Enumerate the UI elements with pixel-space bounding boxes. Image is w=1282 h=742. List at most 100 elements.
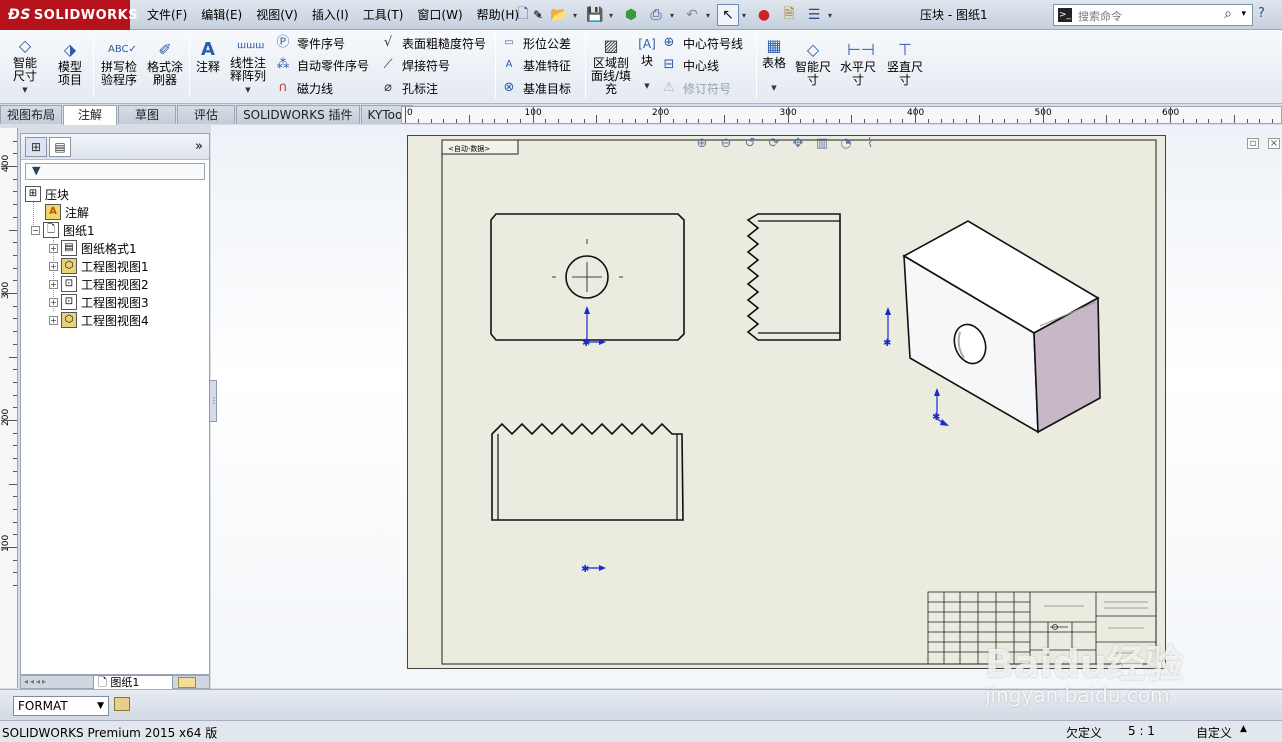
new-doc-icon[interactable]: 🗋 <box>512 4 534 26</box>
select-dropdown[interactable]: ▾ <box>742 11 750 20</box>
add-sheet-icon[interactable] <box>178 677 196 688</box>
menu-tools[interactable]: 工具(T) <box>356 0 411 30</box>
menu-view[interactable]: 视图(V) <box>249 0 305 30</box>
save-dropdown[interactable]: ▾ <box>609 11 617 20</box>
auto-balloon-button[interactable]: ⁂ 自动零件序号 <box>275 56 370 74</box>
linear-note-pattern-button[interactable]: ꟺꟺꟺ 线性注释阵列 ▼ <box>227 36 269 97</box>
help-question-icon[interactable]: ? <box>1258 6 1265 21</box>
table-button[interactable]: ▦ 表格 ▼ <box>759 36 789 95</box>
sheet-nav-arrows-icon[interactable]: ◂◂◂▸ <box>24 677 48 686</box>
search-dropdown-icon[interactable]: ▾ <box>1241 9 1246 19</box>
tree-filter-box[interactable]: ▼ <box>25 163 205 180</box>
tab-sketch[interactable]: 草图 <box>118 105 177 124</box>
spell-check-button[interactable]: ABC✓ 拼写检验程序 <box>97 40 141 87</box>
hole-callout-button[interactable]: ⌀ 孔标注 <box>380 79 438 97</box>
tree-item-drawing-view-1[interactable]: + ⬡ 工程图视图1 <box>49 257 149 275</box>
display-style-icon[interactable]: ◔ <box>837 136 855 151</box>
command-manager-ribbon: ◇ 智能尺寸 ▼ ⬗ 模型项目 ABC✓ 拼写检验程序 ✐ 格式涂刷器 A 注释… <box>0 30 1282 104</box>
search-icon[interactable]: ⌕ <box>1224 6 1232 22</box>
previous-view-icon[interactable]: ↺ <box>741 136 759 151</box>
tab-annotation[interactable]: 注解 <box>63 105 118 125</box>
menu-file[interactable]: 文件(F) <box>140 0 194 30</box>
options-icon[interactable]: ☰ <box>803 4 825 26</box>
print-icon[interactable]: ⎙ <box>645 4 667 26</box>
panel-splitter-handle[interactable]: ⋮ <box>209 380 218 422</box>
weld-symbol-button[interactable]: ⟋ 焊接符号 <box>380 56 450 74</box>
open-dropdown[interactable]: ▾ <box>573 11 581 20</box>
expand-icon[interactable]: + <box>49 243 58 253</box>
traffic-light-icon[interactable]: ● <box>753 4 775 26</box>
tree-item-drawing-view-3[interactable]: + ⊡ 工程图视图3 <box>49 293 149 311</box>
drawing-sheet[interactable]: <自动-数据> ✱ ✱ ✱ ✱ <box>407 135 1166 669</box>
tree-item-drawing-view-2[interactable]: + ⊡ 工程图视图2 <box>49 275 149 293</box>
zoom-to-area-icon[interactable]: ⊖ <box>717 136 735 151</box>
block-button[interactable]: [A] 块 ▼ <box>636 34 658 93</box>
sheet-tab-1[interactable]: 🗋 图纸1 <box>93 675 173 690</box>
tab-solidworks-addins[interactable]: SOLIDWORKS 插件 <box>236 105 360 124</box>
layer-format-select[interactable]: FORMAT ▼ <box>13 696 109 716</box>
file-properties-icon[interactable]: 🗎 <box>778 4 800 26</box>
note-button[interactable]: A 注释 <box>193 40 223 74</box>
options-dropdown[interactable]: ▾ <box>828 11 836 20</box>
rebuild-icon[interactable]: ⬢ <box>620 4 642 26</box>
format-painter-button[interactable]: ✐ 格式涂刷器 <box>144 40 186 87</box>
select-pointer-icon[interactable]: ↖ <box>717 4 739 26</box>
solidworks-logo[interactable]: ƉS SOLIDWORKS <box>0 0 138 30</box>
search-commands-box[interactable]: >_ 搜索命令 ⌕ ▾ <box>1053 4 1253 26</box>
filter-icon: ▼ <box>32 164 41 177</box>
property-manager-tab-icon[interactable]: ▤ <box>49 136 71 157</box>
close-window-icon[interactable]: × <box>1268 138 1280 149</box>
model-items-button[interactable]: ⬗ 模型项目 <box>50 40 90 87</box>
geometric-tolerance-button[interactable]: ▭ 形位公差 <box>501 34 571 52</box>
expand-panel-icon[interactable]: » <box>195 139 203 154</box>
rotate-view-icon[interactable]: ⟳ <box>765 136 783 151</box>
magnetic-line-button[interactable]: ∩ 磁力线 <box>275 79 333 97</box>
menu-insert[interactable]: 插入(I) <box>305 0 356 30</box>
vertical-dimension-button[interactable]: ⊤ 竖直尺寸 <box>884 40 926 87</box>
feature-manager-panel: ⊞ ▤ » ▼ ⊞ 压块 A 注解 − 🗋 图纸1 + ▤ 图纸格式1 + ⬡ 工程图视图1 +… <box>20 133 210 675</box>
collapse-icon[interactable]: − <box>31 225 40 235</box>
hide-show-items-icon[interactable]: ⌇ <box>861 136 879 151</box>
tree-root[interactable]: ⊞ 压块 <box>25 185 69 203</box>
tree-item-sheet-format[interactable]: + ▤ 图纸格式1 <box>49 239 137 257</box>
datum-target-button[interactable]: ⊗ 基准目标 <box>501 79 571 97</box>
undo-dropdown[interactable]: ▾ <box>706 11 714 20</box>
horizontal-dimension-button[interactable]: ⊢⊣ 水平尺寸 <box>838 40 878 87</box>
zoom-to-fit-icon[interactable]: ⊕ <box>693 136 711 151</box>
sheet-scale[interactable]: 5 : 1 <box>1128 724 1155 738</box>
expand-icon[interactable]: + <box>49 261 58 271</box>
tab-view-layout[interactable]: 视图布局 <box>0 105 63 124</box>
save-icon[interactable]: 💾 <box>584 4 606 26</box>
tree-item-annotations[interactable]: A 注解 <box>45 203 89 221</box>
pan-view-icon[interactable]: ✥ <box>789 136 807 151</box>
menu-window[interactable]: 窗口(W) <box>410 0 469 30</box>
tab-evaluate[interactable]: 评估 <box>177 105 236 124</box>
layer-properties-icon[interactable] <box>114 697 130 711</box>
open-folder-icon[interactable]: 📂 <box>548 4 570 26</box>
center-mark-button[interactable]: ⊕ 中心符号线 <box>661 34 743 52</box>
units-status[interactable]: 自定义 <box>1196 724 1232 741</box>
tree-item-drawing-view-4[interactable]: + ⬡ 工程图视图4 <box>49 311 149 329</box>
revision-symbol-button[interactable]: ⚠ 修订符号 <box>661 79 731 97</box>
area-hatch-button[interactable]: ▨ 区域剖面线/填充 <box>588 36 634 96</box>
smart-dimension-2-button[interactable]: ◇ 智能尺寸 <box>793 40 833 87</box>
balloon-button[interactable]: Ⓟ 零件序号 <box>275 34 345 52</box>
restore-window-icon[interactable]: ▫ <box>1247 138 1259 149</box>
new-dropdown[interactable]: ▾ <box>537 11 545 20</box>
tree-item-sheet[interactable]: − 🗋 图纸1 <box>31 221 95 239</box>
smart-dimension-button[interactable]: ◇ 智能尺寸 ▼ <box>3 36 47 97</box>
datum-feature-button[interactable]: A 基准特征 <box>501 56 571 74</box>
ruler-tick <box>13 305 17 307</box>
expand-icon[interactable]: + <box>49 315 58 325</box>
view-orientation-icon[interactable]: ▥ <box>813 136 831 151</box>
units-dropdown-icon[interactable]: ▲ <box>1240 724 1247 734</box>
expand-icon[interactable]: + <box>49 297 58 307</box>
feature-tree-tab-icon[interactable]: ⊞ <box>25 136 47 157</box>
surface-finish-button[interactable]: √ 表面粗糙度符号 <box>380 34 486 52</box>
expand-icon[interactable]: + <box>49 279 58 289</box>
menu-edit[interactable]: 编辑(E) <box>194 0 249 30</box>
centerline-button[interactable]: ⊟ 中心线 <box>661 56 719 74</box>
linear-note-pattern-label: 线性注释阵列 <box>229 56 266 83</box>
undo-icon[interactable]: ↶ <box>681 4 703 26</box>
print-dropdown[interactable]: ▾ <box>670 11 678 20</box>
